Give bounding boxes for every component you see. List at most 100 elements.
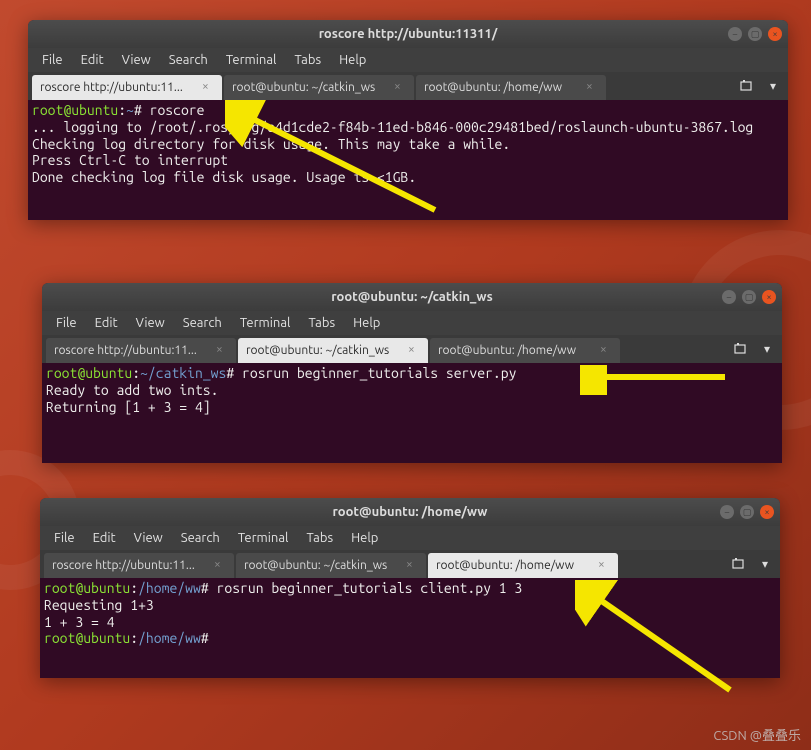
window-title: roscore http://ubuntu:11311/: [28, 27, 788, 41]
tab-close-icon[interactable]: ×: [394, 82, 406, 94]
tab-close-icon[interactable]: ×: [408, 345, 420, 357]
tab-label: root@ubuntu: ~/catkin_ws: [244, 559, 400, 572]
tab-dropdown-icon[interactable]: ▾: [756, 555, 774, 573]
tab-close-icon[interactable]: ×: [586, 82, 598, 94]
menu-tabs[interactable]: Tabs: [300, 314, 343, 332]
tab-roscore[interactable]: roscore http://ubuntu:11... ×: [46, 338, 236, 363]
maximize-button[interactable]: ▢: [748, 27, 762, 41]
menu-tabs[interactable]: Tabs: [286, 51, 329, 69]
menu-file[interactable]: File: [46, 529, 83, 547]
title-bar[interactable]: roscore http://ubuntu:11311/ – ▢ ×: [28, 20, 788, 48]
tab-home-ww[interactable]: root@ubuntu: /home/ww ×: [428, 553, 618, 578]
menu-file[interactable]: File: [34, 51, 71, 69]
output-line: Requesting 1+3: [44, 597, 154, 613]
tab-label: roscore http://ubuntu:11...: [40, 81, 196, 94]
close-button[interactable]: ×: [760, 505, 774, 519]
menu-search[interactable]: Search: [173, 529, 228, 547]
watermark-text: CSDN @叠叠乐: [713, 725, 801, 744]
terminal-output[interactable]: root@ubuntu:~/catkin_ws# rosrun beginner…: [42, 363, 782, 463]
prompt-char: #: [201, 580, 217, 596]
prompt-path: ~: [126, 102, 134, 118]
menu-search[interactable]: Search: [161, 51, 216, 69]
minimize-button[interactable]: –: [728, 27, 742, 41]
menu-bar: File Edit View Search Terminal Tabs Help: [40, 526, 780, 550]
menu-help[interactable]: Help: [345, 314, 388, 332]
prompt-char: #: [201, 630, 217, 646]
title-bar[interactable]: root@ubuntu: /home/ww – ▢ ×: [40, 498, 780, 526]
output-line: Done checking log file disk usage. Usage…: [32, 169, 416, 185]
close-button[interactable]: ×: [762, 290, 776, 304]
tab-dropdown-icon[interactable]: ▾: [764, 77, 782, 95]
prompt-path: /home/ww: [138, 630, 201, 646]
output-line: Returning [1 + 3 = 4]: [46, 399, 211, 415]
tab-bar: roscore http://ubuntu:11... × root@ubunt…: [40, 550, 780, 578]
prompt-char: #: [134, 102, 150, 118]
menu-view[interactable]: View: [128, 314, 173, 332]
prompt-sep: :: [118, 102, 126, 118]
tab-catkin-ws[interactable]: root@ubuntu: ~/catkin_ws ×: [224, 75, 414, 100]
menu-tabs[interactable]: Tabs: [298, 529, 341, 547]
new-tab-icon[interactable]: [738, 77, 756, 95]
window-title: root@ubuntu: ~/catkin_ws: [42, 290, 782, 304]
prompt-user: root@ubuntu: [44, 580, 130, 596]
maximize-button[interactable]: ▢: [740, 505, 754, 519]
prompt-sep: :: [130, 630, 138, 646]
prompt-sep: :: [132, 365, 140, 381]
menu-view[interactable]: View: [126, 529, 171, 547]
terminal-window-2: root@ubuntu: ~/catkin_ws – ▢ × File Edit…: [42, 283, 782, 463]
terminal-output[interactable]: root@ubuntu:/home/ww# rosrun beginner_tu…: [40, 578, 780, 678]
tab-label: root@ubuntu: ~/catkin_ws: [232, 81, 388, 94]
tab-bar: roscore http://ubuntu:11... × root@ubunt…: [42, 335, 782, 363]
tab-close-icon[interactable]: ×: [598, 560, 610, 572]
prompt-user: root@ubuntu: [44, 630, 130, 646]
menu-terminal[interactable]: Terminal: [218, 51, 285, 69]
menu-search[interactable]: Search: [175, 314, 230, 332]
tab-catkin-ws[interactable]: root@ubuntu: ~/catkin_ws ×: [238, 338, 428, 363]
menu-terminal[interactable]: Terminal: [232, 314, 299, 332]
menu-bar: File Edit View Search Terminal Tabs Help: [28, 48, 788, 72]
window-title: root@ubuntu: /home/ww: [40, 505, 780, 519]
prompt-char: #: [226, 365, 242, 381]
new-tab-icon[interactable]: [732, 340, 750, 358]
tab-home-ww[interactable]: root@ubuntu: /home/ww ×: [430, 338, 620, 363]
tab-close-icon[interactable]: ×: [216, 345, 228, 357]
menu-terminal[interactable]: Terminal: [230, 529, 297, 547]
menu-help[interactable]: Help: [331, 51, 374, 69]
menu-edit[interactable]: Edit: [87, 314, 126, 332]
minimize-button[interactable]: –: [722, 290, 736, 304]
menu-view[interactable]: View: [114, 51, 159, 69]
command-text: roscore: [150, 102, 205, 118]
tab-label: root@ubuntu: /home/ww: [424, 81, 580, 94]
output-line: Ready to add two ints.: [46, 382, 218, 398]
tab-label: roscore http://ubuntu:11...: [52, 559, 208, 572]
maximize-button[interactable]: ▢: [742, 290, 756, 304]
menu-edit[interactable]: Edit: [85, 529, 124, 547]
tab-close-icon[interactable]: ×: [406, 560, 418, 572]
tab-label: roscore http://ubuntu:11...: [54, 344, 210, 357]
menu-bar: File Edit View Search Terminal Tabs Help: [42, 311, 782, 335]
tab-roscore[interactable]: roscore http://ubuntu:11... ×: [44, 553, 234, 578]
prompt-path: ~/catkin_ws: [140, 365, 226, 381]
output-line: ... logging to /root/.ros/log/a4d1cde2-f…: [32, 119, 753, 135]
menu-help[interactable]: Help: [343, 529, 386, 547]
new-tab-icon[interactable]: [730, 555, 748, 573]
tab-dropdown-icon[interactable]: ▾: [758, 340, 776, 358]
menu-file[interactable]: File: [48, 314, 85, 332]
tab-close-icon[interactable]: ×: [214, 560, 226, 572]
close-button[interactable]: ×: [768, 27, 782, 41]
title-bar[interactable]: root@ubuntu: ~/catkin_ws – ▢ ×: [42, 283, 782, 311]
tab-close-icon[interactable]: ×: [202, 82, 214, 94]
menu-edit[interactable]: Edit: [73, 51, 112, 69]
tab-label: root@ubuntu: ~/catkin_ws: [246, 344, 402, 357]
tab-label: root@ubuntu: /home/ww: [436, 559, 592, 572]
command-text: rosrun beginner_tutorials server.py: [242, 365, 516, 381]
tab-close-icon[interactable]: ×: [600, 345, 612, 357]
prompt-path: /home/ww: [138, 580, 201, 596]
tab-bar: roscore http://ubuntu:11... × root@ubunt…: [28, 72, 788, 100]
terminal-window-3: root@ubuntu: /home/ww – ▢ × File Edit Vi…: [40, 498, 780, 678]
tab-roscore[interactable]: roscore http://ubuntu:11... ×: [32, 75, 222, 100]
minimize-button[interactable]: –: [720, 505, 734, 519]
terminal-output[interactable]: root@ubuntu:~# roscore ... logging to /r…: [28, 100, 788, 220]
tab-home-ww[interactable]: root@ubuntu: /home/ww ×: [416, 75, 606, 100]
tab-catkin-ws[interactable]: root@ubuntu: ~/catkin_ws ×: [236, 553, 426, 578]
